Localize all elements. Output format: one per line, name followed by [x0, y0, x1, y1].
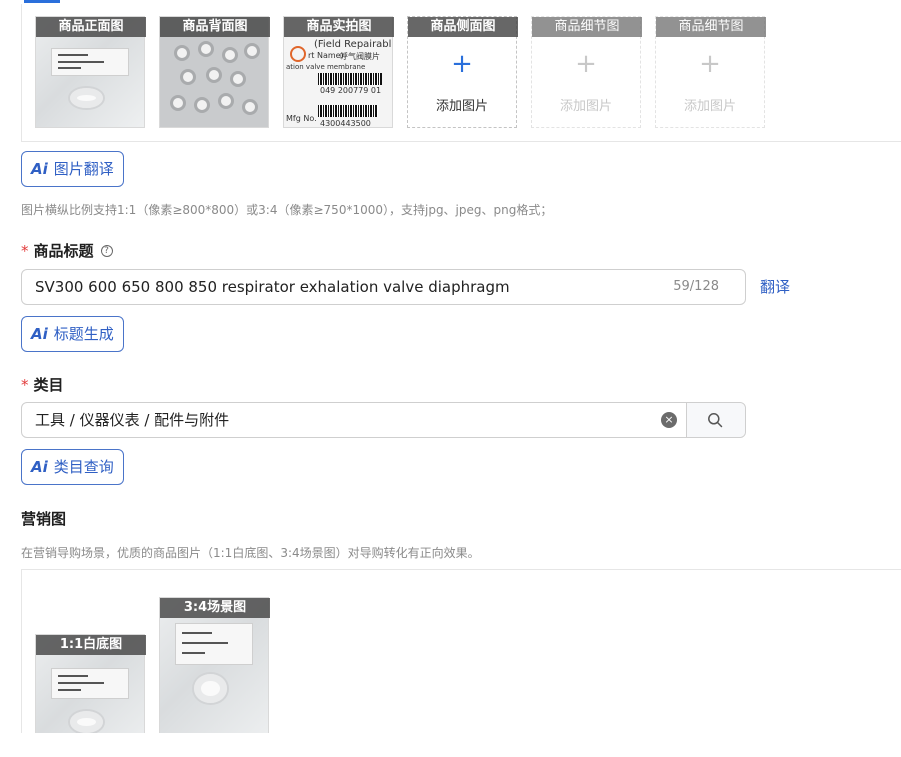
- clear-icon[interactable]: ×: [661, 412, 677, 428]
- title-field-label: * 商品标题 ?: [21, 240, 113, 261]
- category-field-label: * 类目: [21, 374, 64, 395]
- image-format-hint: 图片横纵比例支持1:1（像素≥800*800）或3:4（像素≥750*1000）…: [21, 203, 553, 217]
- category-value[interactable]: 工具 / 仪器仪表 / 配件与附件: [35, 403, 229, 437]
- add-image-text: 添加图片: [683, 99, 736, 114]
- image-slot-front[interactable]: 商品正面图: [35, 16, 146, 128]
- plus-icon: +: [575, 49, 597, 79]
- image-slot-back[interactable]: 商品背面图: [159, 16, 270, 128]
- image-slot-real[interactable]: (Field Repairabl rt Name): 呼气阀膜片 ation v…: [283, 16, 394, 128]
- image-slot-label: 商品实拍图: [284, 17, 394, 37]
- product-photo-scene: [160, 598, 268, 746]
- category-select[interactable]: 工具 / 仪器仪表 / 配件与附件 ×: [21, 402, 746, 438]
- title-label-text: 商品标题: [33, 242, 94, 260]
- marketing-image-label: 3:4场景图: [160, 598, 270, 618]
- category-query-button[interactable]: Ai 类目查询: [21, 449, 124, 485]
- required-mark: *: [21, 241, 29, 260]
- category-label-text: 类目: [33, 376, 64, 394]
- image-translate-label: 图片翻译: [53, 160, 114, 178]
- image-slot-label: 商品细节图: [656, 17, 766, 37]
- ai-icon: Ai: [31, 458, 48, 476]
- title-char-counter: 59/128: [673, 279, 719, 294]
- add-image-text: 添加图片: [559, 99, 612, 114]
- active-tab-indicator: [24, 0, 60, 3]
- page-bottom-edge: [0, 733, 901, 757]
- help-icon[interactable]: ?: [100, 244, 113, 257]
- image-slot-side[interactable]: 商品侧面图 + 添加图片: [407, 16, 518, 128]
- marketing-image-scene[interactable]: 3:4场景图: [159, 597, 270, 747]
- ai-icon: Ai: [31, 325, 48, 343]
- image-slot-label: 商品侧面图: [408, 17, 518, 37]
- image-slot-detail-2: 商品细节图 + 添加图片: [655, 16, 766, 128]
- ai-icon: Ai: [31, 160, 48, 178]
- plus-icon: +: [451, 49, 473, 79]
- add-image-text: 添加图片: [435, 99, 488, 114]
- title-generate-button[interactable]: Ai 标题生成: [21, 316, 124, 352]
- plus-icon: +: [699, 49, 721, 79]
- image-slot-label: 商品正面图: [36, 17, 146, 37]
- title-input[interactable]: SV300 600 650 800 850 respirator exhalat…: [21, 269, 746, 305]
- search-icon: [708, 413, 723, 428]
- category-search-button[interactable]: [686, 403, 745, 437]
- required-mark: *: [21, 375, 29, 394]
- marketing-label: 营销图: [21, 510, 67, 528]
- image-translate-button[interactable]: Ai 图片翻译: [21, 151, 124, 187]
- category-query-label: 类目查询: [53, 458, 114, 476]
- marketing-image-label: 1:1白底图: [36, 635, 146, 655]
- image-slot-detail-1: 商品细节图 + 添加图片: [531, 16, 642, 128]
- title-input-value[interactable]: SV300 600 650 800 850 respirator exhalat…: [35, 270, 510, 304]
- title-translate-link[interactable]: 翻译: [760, 276, 790, 297]
- image-slot-label: 商品背面图: [160, 17, 270, 37]
- title-generate-label: 标题生成: [53, 325, 114, 343]
- marketing-hint: 在营销导购场景，优质的商品图片（1:1白底图、3:4场景图）对导购转化有正向效果…: [21, 546, 480, 560]
- marketing-images-panel: [21, 569, 901, 757]
- image-slot-label: 商品细节图: [532, 17, 642, 37]
